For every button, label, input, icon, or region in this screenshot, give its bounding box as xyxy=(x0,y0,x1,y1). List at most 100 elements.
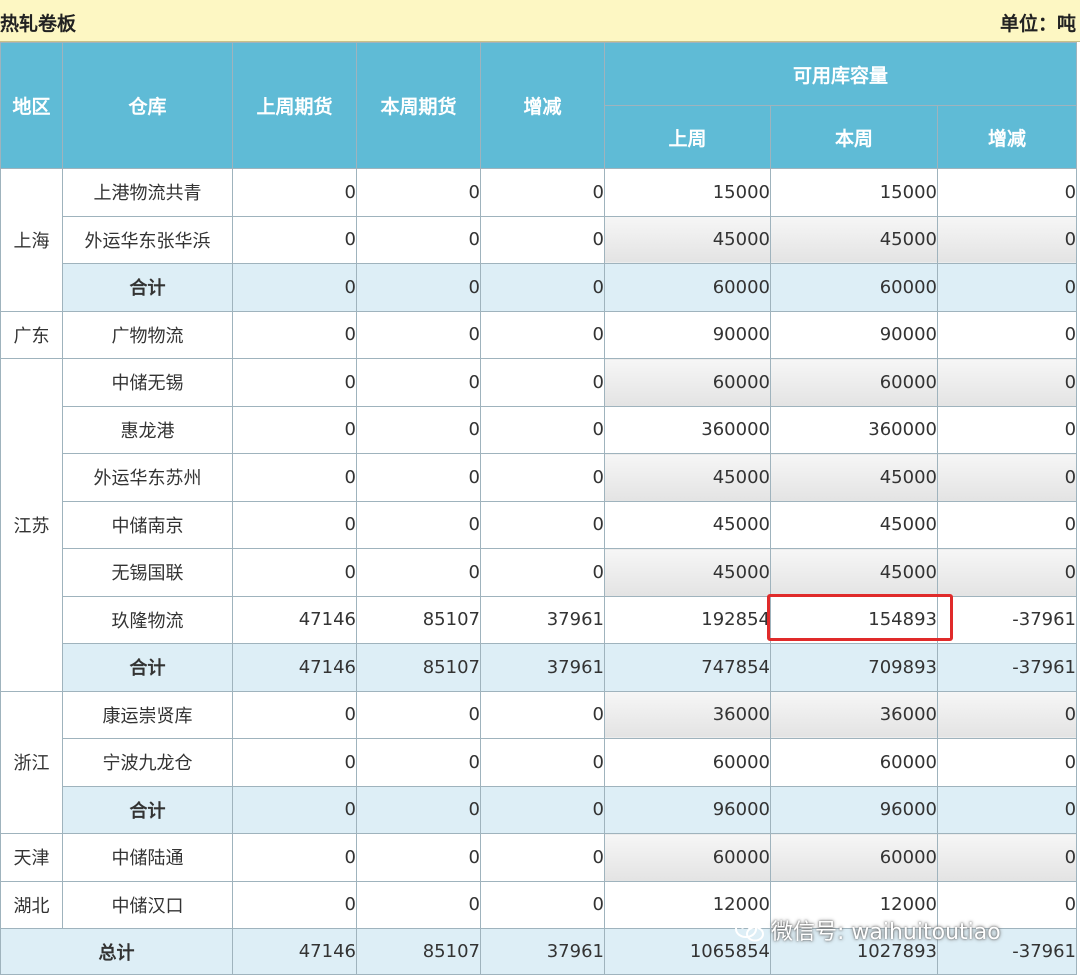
subtotal-label: 合计 xyxy=(62,785,233,834)
value-cell: 0 xyxy=(936,358,1078,407)
value-cell: 0 xyxy=(356,405,481,454)
header-last-futures: 上周期货 xyxy=(232,42,357,169)
table-row: 江苏 中储无锡 0 0 0 60000 60000 0 xyxy=(0,358,1078,692)
warehouse-cell: 宁波九龙仓 xyxy=(62,738,233,787)
grand-total-label: 总计 xyxy=(0,928,233,975)
table-row: 无锡国联 0 0 0 45000 45000 0 xyxy=(1,548,1078,597)
header-capacity: 可用库容量 xyxy=(603,42,1078,106)
unit-label: 单位：吨 xyxy=(999,13,1076,35)
wechat-icon xyxy=(735,920,764,942)
subtotal-label: 合计 xyxy=(62,643,233,692)
header-region: 地区 xyxy=(0,42,63,169)
value-cell: 0 xyxy=(936,738,1078,787)
value-cell: 45000 xyxy=(604,215,771,264)
value-cell: 0 xyxy=(356,500,481,549)
value-cell: 0 xyxy=(232,500,357,549)
value-cell: 0 xyxy=(480,785,605,834)
value-cell: 747854 xyxy=(604,643,771,692)
region-cell: 上海 xyxy=(0,168,63,312)
value-cell: 47146 xyxy=(232,595,357,644)
value-cell: 0 xyxy=(232,738,357,787)
value-cell: 47146 xyxy=(232,643,357,692)
value-cell: 60000 xyxy=(770,358,938,407)
value-cell: 0 xyxy=(480,548,605,597)
warehouse-cell: 康运崇贤库 xyxy=(62,690,233,739)
value-cell: 0 xyxy=(232,880,357,929)
value-cell: 45000 xyxy=(770,500,938,549)
value-cell: 60000 xyxy=(770,833,938,882)
value-cell: 15000 xyxy=(604,168,771,217)
warehouse-cell: 外运华东苏州 xyxy=(62,453,233,502)
value-cell: 0 xyxy=(356,785,481,834)
value-cell: 60000 xyxy=(604,738,771,787)
value-cell: 0 xyxy=(232,405,357,454)
region-cell: 浙江 xyxy=(0,690,63,834)
region-cell: 天津 xyxy=(0,833,63,882)
table-row: 外运华东苏州 0 0 0 45000 45000 0 xyxy=(1,453,1078,502)
table-title: 热轧卷板 xyxy=(0,13,77,35)
value-cell: 0 xyxy=(232,690,357,739)
value-cell: 0 xyxy=(480,168,605,217)
region-cell: 广东 xyxy=(0,310,63,359)
value-cell: 0 xyxy=(936,690,1078,739)
table-row: 浙江 康运崇贤库 0 0 0 36000 36000 0 xyxy=(0,690,1078,834)
region-cell: 湖北 xyxy=(0,880,63,929)
value-cell: 60000 xyxy=(770,738,938,787)
value-cell: 0 xyxy=(232,168,357,217)
subtotal-row: 合计 0 0 0 60000 60000 0 xyxy=(1,263,1078,312)
value-cell: 60000 xyxy=(604,833,771,882)
value-cell: 60000 xyxy=(770,263,938,312)
header-cap-last: 上周 xyxy=(604,105,771,169)
warehouse-cell: 中储汉口 xyxy=(62,880,233,929)
value-cell: 37961 xyxy=(480,928,605,975)
value-cell: 0 xyxy=(936,310,1078,359)
watermark: 微信号: waihuitoutiao xyxy=(735,914,1001,946)
value-cell: 0 xyxy=(232,310,357,359)
warehouse-cell: 上港物流共青 xyxy=(62,168,233,217)
value-cell: 0 xyxy=(356,168,481,217)
table-row: 宁波九龙仓 0 0 0 60000 60000 0 xyxy=(1,738,1078,787)
table-row: 天津 中储陆通 0 0 0 60000 60000 0 xyxy=(0,833,1078,882)
value-cell: 0 xyxy=(356,880,481,929)
table-row: 中储南京 0 0 0 45000 45000 0 xyxy=(1,500,1078,549)
warehouse-cell: 玖隆物流 xyxy=(62,595,233,644)
value-cell: 0 xyxy=(356,833,481,882)
header-cap-this: 本周 xyxy=(770,105,938,169)
value-cell: 0 xyxy=(232,833,357,882)
value-cell: 45000 xyxy=(770,453,938,502)
value-cell: 0 xyxy=(480,453,605,502)
value-cell: 0 xyxy=(936,785,1078,834)
value-cell: 47146 xyxy=(232,928,357,975)
warehouse-cell: 中储陆通 xyxy=(62,833,233,882)
value-cell: 0 xyxy=(480,833,605,882)
value-cell: 0 xyxy=(232,785,357,834)
value-cell: 96000 xyxy=(770,785,938,834)
value-cell: 0 xyxy=(936,453,1078,502)
table-row: 广东 广物物流 0 0 0 90000 90000 0 xyxy=(0,310,1078,359)
warehouse-cell: 中储无锡 xyxy=(62,358,233,407)
value-cell: 0 xyxy=(356,263,481,312)
value-cell: 0 xyxy=(480,310,605,359)
warehouse-cell: 无锡国联 xyxy=(62,548,233,597)
value-cell: 0 xyxy=(232,358,357,407)
value-cell: 0 xyxy=(356,215,481,264)
value-cell: 45000 xyxy=(604,453,771,502)
warehouse-cell: 外运华东张华浜 xyxy=(62,215,233,264)
value-cell: 60000 xyxy=(604,358,771,407)
subtotal-row: 合计 0 0 0 96000 96000 0 xyxy=(1,785,1078,834)
value-cell: 0 xyxy=(480,500,605,549)
value-cell: 36000 xyxy=(604,690,771,739)
header-cap-change: 增减 xyxy=(936,105,1078,169)
table-row: 上海 上港物流共青 0 0 0 15000 15000 0 xyxy=(0,168,1078,312)
value-cell: 0 xyxy=(936,500,1078,549)
warehouse-cell: 广物物流 xyxy=(62,310,233,359)
value-cell: 0 xyxy=(356,358,481,407)
value-cell: 192854 xyxy=(604,595,771,644)
value-cell: 45000 xyxy=(770,548,938,597)
value-cell: 0 xyxy=(232,263,357,312)
value-cell: 90000 xyxy=(770,310,938,359)
subtotal-label: 合计 xyxy=(62,263,233,312)
value-cell: 0 xyxy=(480,738,605,787)
title-bar: 热轧卷板 单位：吨 xyxy=(0,0,1080,42)
value-cell: 0 xyxy=(936,405,1078,454)
